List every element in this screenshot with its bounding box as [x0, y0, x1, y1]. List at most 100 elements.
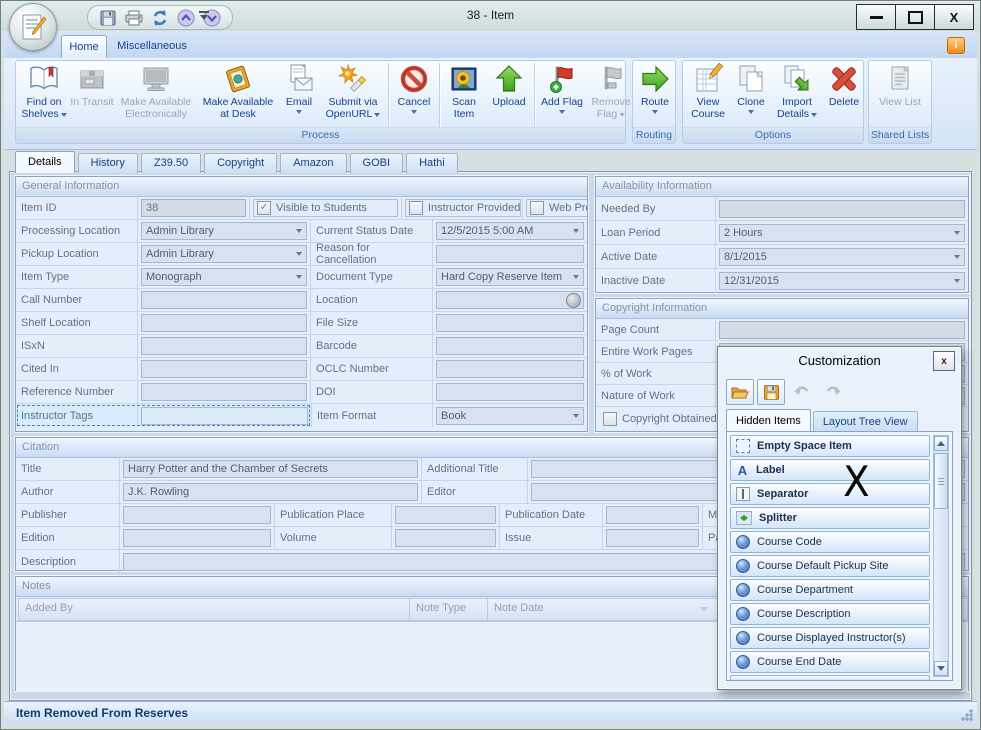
barcode-field[interactable] — [436, 337, 584, 355]
edition-field[interactable] — [123, 529, 271, 547]
reason-for-cancellation-field[interactable] — [436, 245, 584, 263]
flag-gray-icon — [595, 63, 627, 95]
publication-date-field[interactable] — [606, 506, 699, 524]
reference-number-field[interactable] — [141, 383, 307, 401]
scroll-down-button[interactable] — [934, 661, 948, 676]
publisher-field[interactable] — [123, 506, 271, 524]
tab-layout-tree-view[interactable]: Layout Tree View — [813, 411, 918, 432]
instructor-provided-checkbox[interactable]: Instructor Provided — [405, 199, 521, 217]
ribbon-tab-miscellaneous[interactable]: Miscellaneous — [109, 35, 195, 57]
processing-location-combo[interactable]: Admin Library — [141, 222, 307, 240]
location-field[interactable] — [436, 291, 584, 309]
delete-button[interactable]: Delete — [823, 62, 865, 128]
tab-hathi[interactable]: Hathi — [406, 153, 458, 173]
tab-copyright[interactable]: Copyright — [204, 153, 277, 173]
find-on-shelves-button[interactable]: Find on Shelves — [18, 62, 70, 128]
previous-icon[interactable] — [176, 8, 196, 28]
undo-button[interactable] — [788, 379, 816, 405]
tab-history[interactable]: History — [78, 153, 138, 173]
document-type-combo[interactable]: Hard Copy Reserve Item — [436, 268, 584, 286]
web-proxy-checkbox[interactable]: Web Proxy — [526, 199, 587, 217]
customization-close-button[interactable]: x — [933, 351, 955, 371]
route-button[interactable]: Route — [635, 62, 675, 128]
author-field[interactable]: J.K. Rowling — [123, 483, 418, 501]
cited-in-field[interactable] — [141, 360, 307, 378]
needed-by-field[interactable] — [719, 200, 965, 218]
current-status-date-combo[interactable]: 12/5/2015 5:00 AM — [436, 222, 584, 240]
tab-gobi[interactable]: GOBI — [350, 153, 404, 173]
list-item-separator[interactable]: Separator — [730, 483, 930, 505]
shelf-location-field[interactable] — [141, 314, 307, 332]
list-item-label[interactable]: ALabel — [730, 459, 930, 481]
list-item-course-description[interactable]: Course Description — [730, 603, 930, 625]
cancel-button[interactable]: Cancel — [391, 62, 437, 128]
list-item-partial[interactable] — [730, 675, 930, 681]
item-format-combo[interactable]: Book — [436, 407, 584, 425]
column-header-note-type[interactable]: Note Type — [410, 598, 488, 621]
refresh-icon[interactable] — [150, 8, 170, 28]
upload-button[interactable]: Upload — [486, 62, 532, 128]
title-field[interactable]: Harry Potter and the Chamber of Secrets — [123, 460, 418, 478]
scroll-up-button[interactable] — [934, 436, 948, 451]
issue-field[interactable] — [606, 529, 699, 547]
ribbon-tab-home[interactable]: Home — [61, 35, 107, 58]
email-button[interactable]: Email — [278, 62, 320, 128]
active-date-combo[interactable]: 8/1/2015 — [719, 248, 965, 266]
in-transit-button[interactable]: In Transit — [70, 62, 114, 128]
resize-grip[interactable] — [961, 709, 973, 721]
tab-amazon[interactable]: Amazon — [280, 153, 346, 173]
save-icon[interactable] — [98, 8, 118, 28]
minimize-button[interactable] — [856, 4, 896, 30]
list-item-course-end-date[interactable]: Course End Date — [730, 651, 930, 673]
item-type-combo[interactable]: Monograph — [141, 268, 307, 286]
make-available-electronically-button[interactable]: Make Available Electronically — [114, 62, 198, 128]
visible-to-students-checkbox[interactable]: ✓Visible to Students — [253, 199, 398, 217]
list-item-course-default-pickup-site[interactable]: Course Default Pickup Site — [730, 555, 930, 577]
clone-button[interactable]: Clone — [731, 62, 771, 128]
application-menu-button[interactable] — [9, 3, 57, 51]
list-scrollbar[interactable] — [933, 435, 949, 677]
tab-hidden-items[interactable]: Hidden Items — [726, 409, 811, 432]
column-header-added-by[interactable]: Added By — [18, 598, 410, 621]
tab-z3950[interactable]: Z39.50 — [141, 153, 201, 173]
list-item-course-department[interactable]: Course Department — [730, 579, 930, 601]
list-item-splitter[interactable]: Splitter — [730, 507, 930, 529]
scroll-thumb[interactable] — [934, 453, 948, 509]
qat-customize-icon[interactable] — [199, 11, 209, 24]
oclc-number-field[interactable] — [436, 360, 584, 378]
make-available-at-desk-button[interactable]: Make Available at Desk — [198, 62, 278, 128]
loan-period-combo[interactable]: 2 Hours — [719, 224, 965, 242]
volume-field[interactable] — [395, 529, 496, 547]
item-id-field[interactable]: 38 — [141, 199, 246, 217]
redo-button[interactable] — [819, 379, 847, 405]
sphere-icon — [736, 607, 750, 621]
publication-place-field[interactable] — [395, 506, 496, 524]
add-flag-button[interactable]: Add Flag — [537, 62, 587, 128]
file-size-field[interactable] — [436, 314, 584, 332]
remove-flag-button[interactable]: Remove Flag — [587, 62, 635, 128]
help-icon[interactable]: i — [947, 37, 965, 54]
doi-field[interactable] — [436, 383, 584, 401]
maximize-button[interactable] — [895, 4, 935, 30]
import-details-button[interactable]: Import Details — [771, 62, 823, 128]
print-icon[interactable] — [124, 8, 144, 28]
inactive-date-combo[interactable]: 12/31/2015 — [719, 272, 965, 290]
isxn-field[interactable] — [141, 337, 307, 355]
view-course-button[interactable]: View Course — [685, 62, 731, 128]
call-number-field[interactable] — [141, 291, 307, 309]
import-icon — [781, 63, 813, 95]
close-button[interactable]: X — [934, 4, 974, 30]
save-layout-button[interactable] — [757, 379, 785, 405]
submit-via-openurl-button[interactable]: Submit via OpenURL — [320, 62, 386, 128]
globe-icon[interactable] — [566, 293, 581, 308]
list-item-course-displayed-instructors[interactable]: Course Displayed Instructor(s) — [730, 627, 930, 649]
pickup-location-combo[interactable]: Admin Library — [141, 245, 307, 263]
scan-item-button[interactable]: Scan Item — [442, 62, 486, 128]
page-count-field[interactable] — [719, 321, 965, 339]
list-item-course-code[interactable]: Course Code — [730, 531, 930, 553]
tab-details[interactable]: Details — [15, 151, 75, 173]
open-layout-button[interactable] — [726, 379, 754, 405]
list-item-empty-space-item[interactable]: Empty Space Item — [730, 435, 930, 457]
view-list-button[interactable]: View List — [871, 62, 929, 128]
instructor-tags-field[interactable] — [141, 407, 308, 425]
